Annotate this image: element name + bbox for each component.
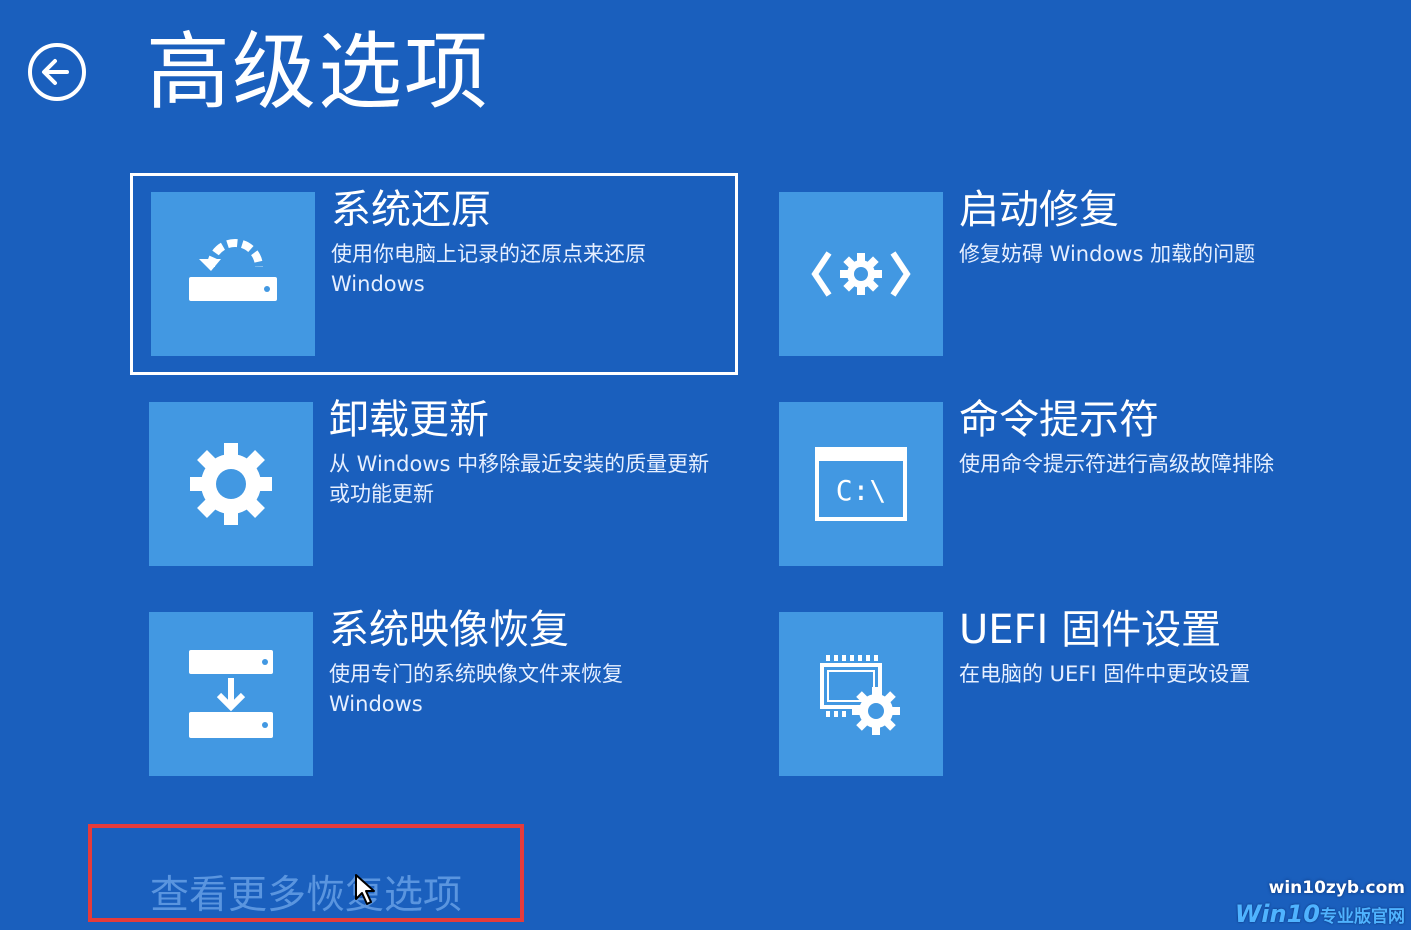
watermark-brand: Win10专业版官网 (1235, 900, 1405, 928)
tile-startup-repair[interactable]: 启动修复 修复妨碍 Windows 加载的问题 (761, 176, 1361, 366)
command-prompt-icon: C:\ (779, 402, 943, 566)
gear-icon (149, 402, 313, 566)
tile-description: 使用你电脑上记录的还原点来还原 Windows (331, 242, 646, 296)
back-button[interactable] (27, 42, 87, 102)
system-image-icon (149, 612, 313, 776)
tile-title: 系统还原 (331, 187, 491, 233)
system-restore-icon (151, 192, 315, 356)
page-title: 高级选项 (146, 23, 491, 121)
tile-title: 命令提示符 (959, 397, 1159, 443)
tile-system-image-recovery[interactable]: 系统映像恢复 使用专门的系统映像文件来恢复 Windows (131, 596, 731, 786)
uefi-chip-icon (779, 612, 943, 776)
tile-title: UEFI 固件设置 (959, 607, 1222, 653)
tile-description: 使用命令提示符进行高级故障排除 (959, 452, 1274, 476)
watermark-brand-suffix: 专业版官网 (1320, 907, 1405, 927)
tile-uninstall-updates[interactable]: 卸载更新 从 Windows 中移除最近安装的质量更新或功能更新 (131, 386, 731, 576)
watermark-brand-name: Win10 (1234, 900, 1320, 928)
tile-command-prompt[interactable]: C:\ 命令提示符 使用命令提示符进行高级故障排除 (761, 386, 1361, 576)
tile-description: 使用专门的系统映像文件来恢复 Windows (329, 662, 623, 716)
tile-description: 在电脑的 UEFI 固件中更改设置 (959, 662, 1251, 686)
tile-description: 从 Windows 中移除最近安装的质量更新或功能更新 (329, 452, 710, 506)
tile-description: 修复妨碍 Windows 加载的问题 (959, 242, 1256, 266)
startup-repair-icon (779, 192, 943, 356)
tile-title: 系统映像恢复 (329, 607, 569, 653)
tile-system-restore[interactable]: 系统还原 使用你电脑上记录的还原点来还原 Windows (130, 173, 738, 375)
prompt-text: C:\ (836, 474, 887, 507)
tile-title: 卸载更新 (329, 397, 489, 443)
tile-title: 启动修复 (959, 187, 1119, 233)
mouse-pointer-icon (355, 874, 375, 905)
watermark-url: win10zyb.com (1268, 878, 1405, 898)
highlight-annotation-box (88, 824, 524, 922)
tile-uefi-firmware-settings[interactable]: UEFI 固件设置 在电脑的 UEFI 固件中更改设置 (761, 596, 1361, 786)
